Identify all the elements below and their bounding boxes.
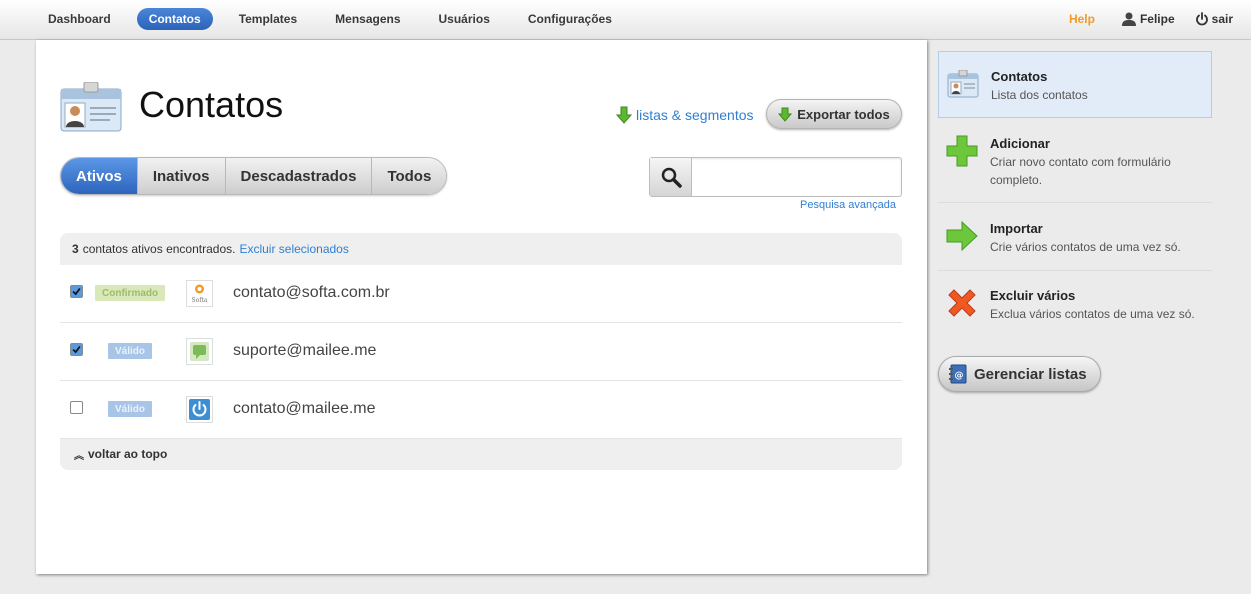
tab-todos[interactable]: Todos: [372, 158, 447, 194]
sidebar-item-title: Excluir vários: [990, 288, 1076, 303]
search-input[interactable]: [692, 158, 901, 196]
softa-logo-icon: Softa: [186, 280, 213, 307]
power-icon: [1195, 12, 1208, 26]
plus-icon: [946, 135, 978, 172]
svg-text:Softa: Softa: [192, 297, 208, 304]
sidebar-item-desc: Lista dos contatos: [991, 88, 1088, 102]
row-checkbox[interactable]: [70, 401, 83, 414]
tab-descadastrados[interactable]: Descadastrados: [225, 158, 373, 194]
main-panel: Contatos listas & segmentos Exportar tod…: [36, 40, 927, 574]
user-menu: Help Felipe sair: [1069, 12, 1233, 26]
user-link[interactable]: Felipe: [1121, 12, 1175, 26]
contacts-count: 3: [72, 242, 79, 256]
svg-text:@: @: [955, 371, 964, 381]
search-icon: [661, 167, 682, 188]
status-badge: Confirmado: [95, 285, 166, 301]
top-nav-bar: Dashboard Contatos Templates Mensagens U…: [0, 0, 1251, 40]
manage-lists-label: Gerenciar listas: [974, 365, 1087, 383]
logout-label: sair: [1211, 12, 1233, 26]
status-badge: Válido: [108, 343, 153, 359]
contact-email[interactable]: contato@softa.com.br: [233, 284, 390, 302]
x-icon: [946, 287, 978, 324]
page-title: Contatos: [139, 84, 284, 125]
main-nav: Dashboard Contatos Templates Mensagens U…: [36, 8, 638, 30]
sidebar-item-adicionar[interactable]: Adicionar Criar novo contato com formulá…: [938, 119, 1212, 203]
export-label: Exportar todos: [797, 106, 890, 122]
sidebar-item-desc: Criar novo contato com formulário comple…: [990, 155, 1171, 187]
double-chevron-up-icon: ︽: [74, 450, 84, 462]
search-box: [649, 157, 902, 197]
check-icon: [71, 344, 82, 355]
list-header-text: contatos ativos encontrados.: [82, 242, 236, 256]
tab-ativos[interactable]: Ativos: [61, 158, 138, 194]
listas-segmentos-link[interactable]: listas & segmentos: [616, 106, 754, 124]
search-button[interactable]: [650, 158, 692, 196]
address-book-icon: @: [949, 364, 967, 384]
advanced-search-link[interactable]: Pesquisa avançada: [800, 199, 896, 211]
back-to-top-link[interactable]: ︽ voltar ao topo: [60, 439, 902, 469]
export-all-button[interactable]: Exportar todos: [766, 99, 902, 129]
nav-contatos[interactable]: Contatos: [136, 8, 213, 30]
nav-templates[interactable]: Templates: [227, 8, 309, 30]
sidebar-item-desc: Crie vários contatos de uma vez só.: [990, 240, 1181, 254]
manage-lists-button[interactable]: @ Gerenciar listas: [938, 356, 1101, 392]
contacts-list: 3 contatos ativos encontrados. Excluir s…: [60, 233, 902, 470]
arrow-down-icon: [616, 106, 632, 124]
logout-link[interactable]: sair: [1195, 12, 1233, 26]
id-card-icon: [60, 81, 122, 137]
arrow-down-icon: [778, 107, 793, 122]
sidebar-item-desc: Exclua vários contatos de uma vez só.: [990, 307, 1195, 321]
sidebar-item-title: Adicionar: [990, 136, 1050, 151]
status-badge: Válido: [108, 401, 153, 417]
user-icon: [1121, 12, 1136, 26]
sidebar-item-title: Importar: [990, 221, 1043, 236]
delete-selected-link[interactable]: Excluir selecionados: [239, 242, 348, 256]
nav-configuracoes[interactable]: Configurações: [516, 8, 624, 30]
arrow-right-icon: [946, 220, 978, 257]
sidebar-item-contatos[interactable]: Contatos Lista dos contatos: [938, 51, 1212, 118]
user-name: Felipe: [1139, 12, 1175, 26]
sidebar-item-importar[interactable]: Importar Crie vários contatos de uma vez…: [938, 204, 1212, 271]
nav-dashboard[interactable]: Dashboard: [36, 8, 123, 30]
list-header: 3 contatos ativos encontrados. Excluir s…: [60, 233, 902, 265]
tab-inativos[interactable]: Inativos: [137, 158, 226, 194]
nav-mensagens[interactable]: Mensagens: [323, 8, 412, 30]
table-row: Válido contato@mailee.me: [60, 381, 902, 439]
contact-email[interactable]: suporte@mailee.me: [233, 342, 376, 360]
sidebar-item-excluir-varios[interactable]: Excluir vários Exclua vários contatos de…: [938, 271, 1212, 338]
table-row: Confirmado Softa contato@softa.com.br: [60, 265, 902, 323]
row-checkbox[interactable]: [70, 285, 83, 298]
back-to-top-label: voltar ao topo: [88, 447, 168, 461]
contact-email[interactable]: contato@mailee.me: [233, 400, 376, 418]
check-icon: [71, 286, 82, 297]
nav-usuarios[interactable]: Usuários: [427, 8, 502, 30]
chat-bubble-icon: [186, 338, 213, 365]
status-tabs: Ativos Inativos Descadastrados Todos: [60, 157, 448, 195]
listas-link-label: listas & segmentos: [636, 107, 754, 123]
power-icon: [186, 396, 213, 423]
row-checkbox[interactable]: [70, 343, 83, 356]
table-row: Válido suporte@mailee.me: [60, 323, 902, 381]
id-card-icon: [947, 69, 979, 103]
sidebar-item-title: Contatos: [991, 69, 1048, 84]
help-link[interactable]: Help: [1069, 12, 1095, 26]
